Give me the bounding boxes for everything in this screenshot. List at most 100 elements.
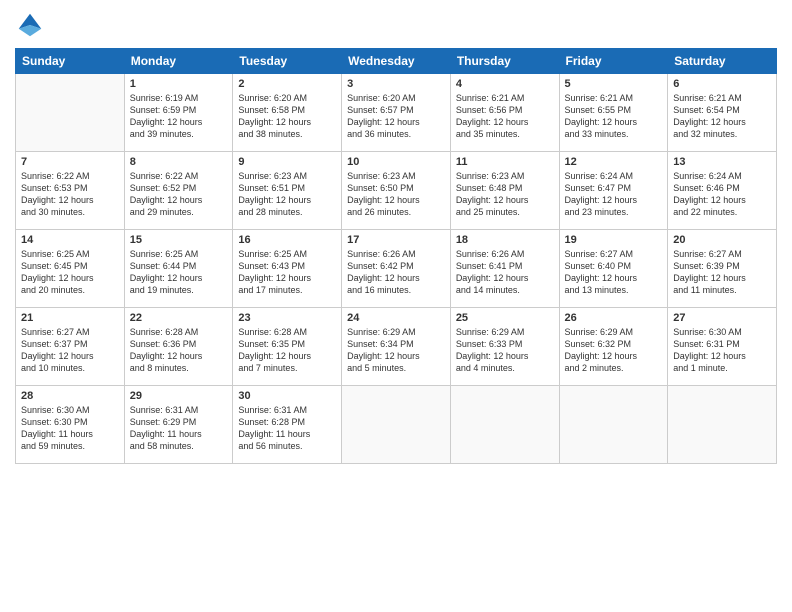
calendar-cell: 25 Sunrise: 6:29 AM Sunset: 6:33 PM Dayli… xyxy=(450,308,559,386)
day-number: 19 xyxy=(565,234,663,246)
day-number: 7 xyxy=(21,156,119,168)
calendar-cell: 13 Sunrise: 6:24 AM Sunset: 6:46 PM Dayli… xyxy=(668,152,777,230)
calendar-cell: 14 Sunrise: 6:25 AM Sunset: 6:45 PM Dayli… xyxy=(16,230,125,308)
calendar-cell: 27 Sunrise: 6:30 AM Sunset: 6:31 PM Dayli… xyxy=(668,308,777,386)
day-number: 4 xyxy=(456,78,554,90)
day-info: Sunrise: 6:21 AM Sunset: 6:54 PM Dayligh… xyxy=(673,92,771,141)
day-number: 25 xyxy=(456,312,554,324)
day-info: Sunrise: 6:24 AM Sunset: 6:46 PM Dayligh… xyxy=(673,170,771,219)
calendar-cell: 11 Sunrise: 6:23 AM Sunset: 6:48 PM Dayli… xyxy=(450,152,559,230)
day-info: Sunrise: 6:27 AM Sunset: 6:39 PM Dayligh… xyxy=(673,248,771,297)
week-row-2: 14 Sunrise: 6:25 AM Sunset: 6:45 PM Dayli… xyxy=(16,230,777,308)
calendar-cell: 12 Sunrise: 6:24 AM Sunset: 6:47 PM Dayli… xyxy=(559,152,668,230)
day-number: 10 xyxy=(347,156,445,168)
day-info: Sunrise: 6:25 AM Sunset: 6:43 PM Dayligh… xyxy=(238,248,336,297)
day-info: Sunrise: 6:24 AM Sunset: 6:47 PM Dayligh… xyxy=(565,170,663,219)
calendar-cell: 7 Sunrise: 6:22 AM Sunset: 6:53 PM Daylig… xyxy=(16,152,125,230)
day-number: 30 xyxy=(238,390,336,402)
logo-icon xyxy=(15,10,45,40)
day-number: 20 xyxy=(673,234,771,246)
week-row-3: 21Sunrise: 6:27 AM Sunset: 6:37 PM Dayli… xyxy=(16,308,777,386)
day-number: 23 xyxy=(238,312,336,324)
day-info: Sunrise: 6:29 AM Sunset: 6:34 PM Dayligh… xyxy=(347,326,445,375)
day-info: Sunrise: 6:20 AM Sunset: 6:57 PM Dayligh… xyxy=(347,92,445,141)
day-number: 8 xyxy=(130,156,228,168)
calendar-cell: 29Sunrise: 6:31 AM Sunset: 6:29 PM Dayli… xyxy=(124,386,233,464)
day-number: 9 xyxy=(238,156,336,168)
day-info: Sunrise: 6:23 AM Sunset: 6:51 PM Dayligh… xyxy=(238,170,336,219)
calendar-cell xyxy=(668,386,777,464)
calendar-cell: 17 Sunrise: 6:26 AM Sunset: 6:42 PM Dayli… xyxy=(342,230,451,308)
day-number: 15 xyxy=(130,234,228,246)
day-info: Sunrise: 6:23 AM Sunset: 6:48 PM Dayligh… xyxy=(456,170,554,219)
calendar-cell: 23 Sunrise: 6:28 AM Sunset: 6:35 PM Dayli… xyxy=(233,308,342,386)
day-info: Sunrise: 6:22 AM Sunset: 6:52 PM Dayligh… xyxy=(130,170,228,219)
day-info: Sunrise: 6:22 AM Sunset: 6:53 PM Dayligh… xyxy=(21,170,119,219)
logo xyxy=(15,10,49,40)
calendar-cell: 20 Sunrise: 6:27 AM Sunset: 6:39 PM Dayli… xyxy=(668,230,777,308)
day-info: Sunrise: 6:25 AM Sunset: 6:44 PM Dayligh… xyxy=(130,248,228,297)
day-number: 26 xyxy=(565,312,663,324)
day-info: Sunrise: 6:29 AM Sunset: 6:33 PM Dayligh… xyxy=(456,326,554,375)
calendar-cell: 5 Sunrise: 6:21 AM Sunset: 6:55 PM Daylig… xyxy=(559,74,668,152)
day-info: Sunrise: 6:25 AM Sunset: 6:45 PM Dayligh… xyxy=(21,248,119,297)
day-info: Sunrise: 6:23 AM Sunset: 6:50 PM Dayligh… xyxy=(347,170,445,219)
day-number: 29 xyxy=(130,390,228,402)
day-info: Sunrise: 6:30 AM Sunset: 6:31 PM Dayligh… xyxy=(673,326,771,375)
day-info: Sunrise: 6:26 AM Sunset: 6:41 PM Dayligh… xyxy=(456,248,554,297)
day-number: 5 xyxy=(565,78,663,90)
day-number: 13 xyxy=(673,156,771,168)
calendar-cell: 18 Sunrise: 6:26 AM Sunset: 6:41 PM Dayli… xyxy=(450,230,559,308)
day-info: Sunrise: 6:31 AM Sunset: 6:28 PM Dayligh… xyxy=(238,404,336,453)
day-info: Sunrise: 6:26 AM Sunset: 6:42 PM Dayligh… xyxy=(347,248,445,297)
day-number: 16 xyxy=(238,234,336,246)
day-info: Sunrise: 6:27 AM Sunset: 6:40 PM Dayligh… xyxy=(565,248,663,297)
day-info: Sunrise: 6:21 AM Sunset: 6:55 PM Dayligh… xyxy=(565,92,663,141)
header-cell-sunday: Sunday xyxy=(16,49,125,74)
day-number: 12 xyxy=(565,156,663,168)
calendar-cell: 15 Sunrise: 6:25 AM Sunset: 6:44 PM Dayli… xyxy=(124,230,233,308)
calendar-cell: 22 Sunrise: 6:28 AM Sunset: 6:36 PM Dayli… xyxy=(124,308,233,386)
day-number: 24 xyxy=(347,312,445,324)
calendar-cell: 4Sunrise: 6:21 AM Sunset: 6:56 PM Daylig… xyxy=(450,74,559,152)
calendar-cell: 28 Sunrise: 6:30 AM Sunset: 6:30 PM Dayli… xyxy=(16,386,125,464)
day-number: 21 xyxy=(21,312,119,324)
day-number: 17 xyxy=(347,234,445,246)
day-number: 28 xyxy=(21,390,119,402)
calendar-cell xyxy=(16,74,125,152)
calendar-cell: 30 Sunrise: 6:31 AM Sunset: 6:28 PM Dayli… xyxy=(233,386,342,464)
day-number: 27 xyxy=(673,312,771,324)
day-info: Sunrise: 6:28 AM Sunset: 6:36 PM Dayligh… xyxy=(130,326,228,375)
day-info: Sunrise: 6:30 AM Sunset: 6:30 PM Dayligh… xyxy=(21,404,119,453)
calendar-cell: 26Sunrise: 6:29 AM Sunset: 6:32 PM Dayli… xyxy=(559,308,668,386)
calendar-cell: 6 Sunrise: 6:21 AM Sunset: 6:54 PM Daylig… xyxy=(668,74,777,152)
calendar-cell xyxy=(450,386,559,464)
day-number: 6 xyxy=(673,78,771,90)
header-row: SundayMondayTuesdayWednesdayThursdayFrid… xyxy=(16,49,777,74)
day-info: Sunrise: 6:20 AM Sunset: 6:58 PM Dayligh… xyxy=(238,92,336,141)
calendar-cell: 2Sunrise: 6:20 AM Sunset: 6:58 PM Daylig… xyxy=(233,74,342,152)
week-row-4: 28 Sunrise: 6:30 AM Sunset: 6:30 PM Dayli… xyxy=(16,386,777,464)
calendar-body: 1Sunrise: 6:19 AM Sunset: 6:59 PM Daylig… xyxy=(16,74,777,464)
calendar-cell: 10 Sunrise: 6:23 AM Sunset: 6:50 PM Dayli… xyxy=(342,152,451,230)
day-number: 18 xyxy=(456,234,554,246)
calendar-cell: 1Sunrise: 6:19 AM Sunset: 6:59 PM Daylig… xyxy=(124,74,233,152)
calendar-cell: 24 Sunrise: 6:29 AM Sunset: 6:34 PM Dayli… xyxy=(342,308,451,386)
day-number: 14 xyxy=(21,234,119,246)
calendar-cell xyxy=(342,386,451,464)
calendar-cell: 19 Sunrise: 6:27 AM Sunset: 6:40 PM Dayli… xyxy=(559,230,668,308)
calendar-table: SundayMondayTuesdayWednesdayThursdayFrid… xyxy=(15,48,777,464)
day-info: Sunrise: 6:19 AM Sunset: 6:59 PM Dayligh… xyxy=(130,92,228,141)
header xyxy=(15,10,777,40)
calendar-cell: 9 Sunrise: 6:23 AM Sunset: 6:51 PM Daylig… xyxy=(233,152,342,230)
calendar-cell: 3Sunrise: 6:20 AM Sunset: 6:57 PM Daylig… xyxy=(342,74,451,152)
day-number: 11 xyxy=(456,156,554,168)
calendar-cell xyxy=(559,386,668,464)
header-cell-wednesday: Wednesday xyxy=(342,49,451,74)
day-info: Sunrise: 6:28 AM Sunset: 6:35 PM Dayligh… xyxy=(238,326,336,375)
day-number: 22 xyxy=(130,312,228,324)
calendar-header: SundayMondayTuesdayWednesdayThursdayFrid… xyxy=(16,49,777,74)
header-cell-thursday: Thursday xyxy=(450,49,559,74)
week-row-0: 1Sunrise: 6:19 AM Sunset: 6:59 PM Daylig… xyxy=(16,74,777,152)
header-cell-saturday: Saturday xyxy=(668,49,777,74)
